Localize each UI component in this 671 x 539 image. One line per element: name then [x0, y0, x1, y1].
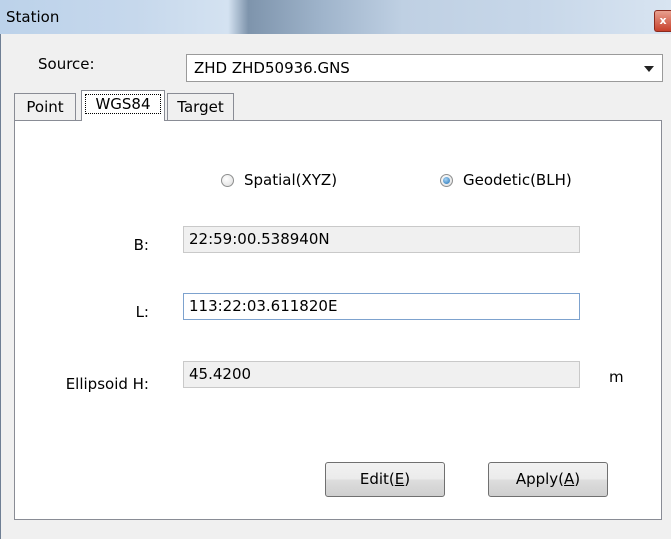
l-value: 113:22:03.611820E: [189, 297, 338, 315]
l-label: L:: [135, 303, 149, 321]
ellipsoid-h-input[interactable]: 45.4200: [183, 361, 580, 388]
tab-wgs84[interactable]: WGS84: [81, 90, 165, 121]
radio-spatial-indicator[interactable]: [221, 173, 234, 187]
edit-button[interactable]: Edit(E): [325, 462, 445, 497]
apply-mnemonic: A: [564, 470, 575, 488]
radio-geodetic-indicator[interactable]: [440, 173, 453, 187]
height-unit: m: [609, 368, 624, 386]
radio-spatial[interactable]: Spatial(XYZ): [221, 171, 337, 189]
tab-target[interactable]: Target: [167, 93, 234, 120]
window-title: Station: [6, 8, 60, 26]
ellipsoid-h-value: 45.4200: [189, 365, 252, 383]
title-bar[interactable]: Station x: [0, 0, 671, 34]
tab-point-label: Point: [26, 98, 64, 116]
edit-mnemonic: E: [394, 470, 405, 488]
close-button[interactable]: x: [654, 10, 671, 32]
apply-button-text: Apply(: [515, 470, 565, 488]
ellipsoid-h-label: Ellipsoid H:: [65, 375, 149, 393]
source-dropdown[interactable]: ZHD ZHD50936.GNS: [186, 54, 663, 82]
source-value: ZHD ZHD50936.GNS: [194, 59, 350, 77]
b-value: 22:59:00.538940N: [189, 230, 330, 248]
source-label: Source:: [38, 55, 95, 73]
apply-button-close: ): [574, 470, 581, 488]
station-dialog: Station x Source: ZHD ZHD50936.GNS Point…: [0, 0, 671, 539]
b-label: B:: [133, 236, 149, 254]
wgs84-panel: Spatial(XYZ) Geodetic(BLH) B: 22:59:00.5…: [14, 120, 662, 520]
radio-geodetic-label: Geodetic(BLH): [463, 171, 572, 189]
close-icon: x: [659, 14, 667, 27]
l-input[interactable]: 113:22:03.611820E: [183, 293, 580, 320]
radio-geodetic[interactable]: Geodetic(BLH): [440, 171, 572, 189]
b-input[interactable]: 22:59:00.538940N: [183, 226, 580, 253]
tab-target-label: Target: [177, 98, 224, 116]
tab-wgs84-label: WGS84: [95, 95, 151, 113]
edit-button-text: Edit(: [359, 470, 395, 488]
chevron-down-icon[interactable]: [644, 66, 654, 72]
edit-button-close: ): [404, 470, 411, 488]
radio-spatial-label: Spatial(XYZ): [244, 171, 338, 189]
apply-button[interactable]: Apply(A): [488, 462, 608, 497]
tab-point[interactable]: Point: [14, 93, 76, 120]
